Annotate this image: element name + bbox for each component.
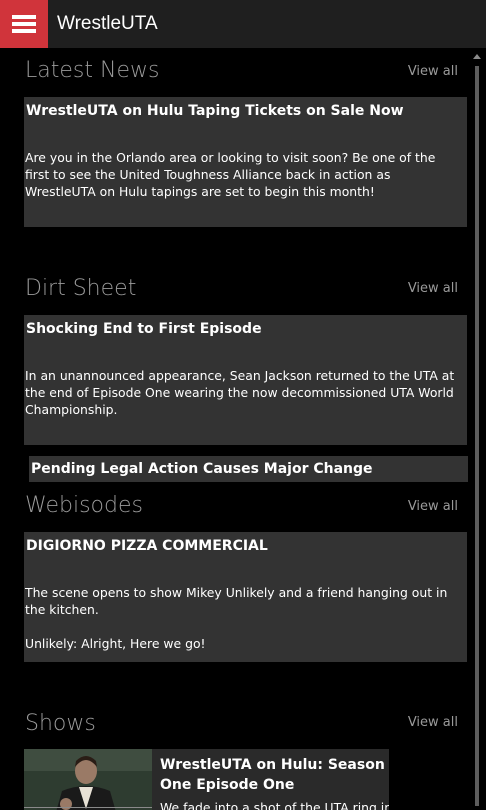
wrestler-image [24, 749, 152, 810]
news-card-title: WrestleUTA on Hulu Taping Tickets on Sal… [26, 103, 404, 119]
main-content[interactable]: Latest News View all WrestleUTA on Hulu … [0, 48, 468, 810]
vertical-scrollbar[interactable] [468, 48, 486, 810]
latest-news-heading: Latest News [25, 58, 160, 83]
latest-news-view-all-link[interactable]: View all [408, 64, 458, 79]
app-title: WrestleUTA [57, 13, 158, 34]
news-card-body: Are you in the Orlando area or looking t… [25, 150, 436, 199]
dirt-sheet-heading: Dirt Sheet [25, 276, 137, 301]
shows-heading: Shows [25, 711, 96, 736]
top-app-bar: WrestleUTA [0, 0, 486, 48]
shows-view-all-link[interactable]: View all [408, 715, 458, 730]
webisode-body-line: The scene opens to show Mikey Unlikely a… [25, 585, 448, 617]
dirt-sheet-card[interactable]: Shocking End to First Episode In an unan… [24, 315, 467, 445]
latest-news-card[interactable]: WrestleUTA on Hulu Taping Tickets on Sal… [24, 97, 467, 227]
dirt-sheet-next-card[interactable]: Pending Legal Action Causes Major Change [29, 456, 468, 482]
dirt-sheet-view-all-link[interactable]: View all [408, 281, 458, 296]
webisodes-view-all-link[interactable]: View all [408, 499, 458, 514]
dirt-card-body: In an unannounced appearance, Sean Jacks… [25, 368, 455, 417]
webisode-card-body: The scene opens to show Mikey Unlikely a… [25, 584, 463, 669]
dirt-card-title: Shocking End to First Episode [26, 321, 262, 337]
scrollbar-thumb[interactable] [475, 66, 479, 806]
webisode-card-title: DIGIORNO PIZZA COMMERCIAL [26, 538, 268, 554]
show-card-body: We fade into a shot of the UTA ring in a [160, 800, 389, 810]
webisode-body-line: Unlikely: Alright, Here we go! [25, 636, 206, 651]
dirt-next-card-title: Pending Legal Action Causes Major Change [31, 461, 373, 477]
show-card-title: WrestleUTA on Hulu: Season One Episode O… [160, 757, 385, 793]
webisodes-heading: Webisodes [25, 493, 143, 518]
show-thumbnail [24, 749, 152, 810]
menu-button[interactable] [0, 0, 48, 48]
show-card[interactable]: WrestleUTA on Hulu: Season One Episode O… [24, 749, 389, 810]
scroll-up-arrow-icon[interactable] [473, 54, 481, 59]
webisodes-card[interactable]: DIGIORNO PIZZA COMMERCIAL The scene open… [24, 532, 467, 662]
